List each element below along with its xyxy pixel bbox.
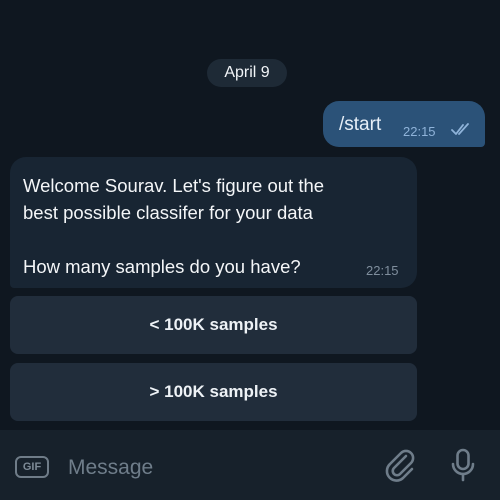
incoming-message[interactable]: Welcome Sourav. Let's figure out the bes…	[10, 157, 417, 288]
message-line: How many samples do you have?	[23, 256, 301, 277]
attach-icon[interactable]	[384, 447, 416, 483]
message-time: 22:15	[366, 263, 399, 278]
double-check-icon	[451, 123, 469, 135]
message-line: best possible classifer for your data	[23, 202, 313, 223]
message-text: /start	[339, 114, 382, 135]
mic-icon[interactable]	[450, 447, 476, 483]
message-time: 22:15	[403, 124, 436, 139]
message-line: Welcome Sourav. Let's figure out the	[23, 175, 325, 196]
keyboard-button-under-100k[interactable]: < 100K samples	[10, 296, 417, 354]
date-separator: April 9	[207, 59, 287, 87]
gif-icon[interactable]: GIF	[15, 456, 49, 478]
outgoing-message[interactable]: /start 22:15	[323, 101, 485, 147]
keyboard-button-over-100k[interactable]: > 100K samples	[10, 363, 417, 421]
message-input[interactable]	[66, 450, 370, 486]
chat-area: April 9 /start 22:15 Welcome Sourav. Let…	[0, 0, 500, 430]
